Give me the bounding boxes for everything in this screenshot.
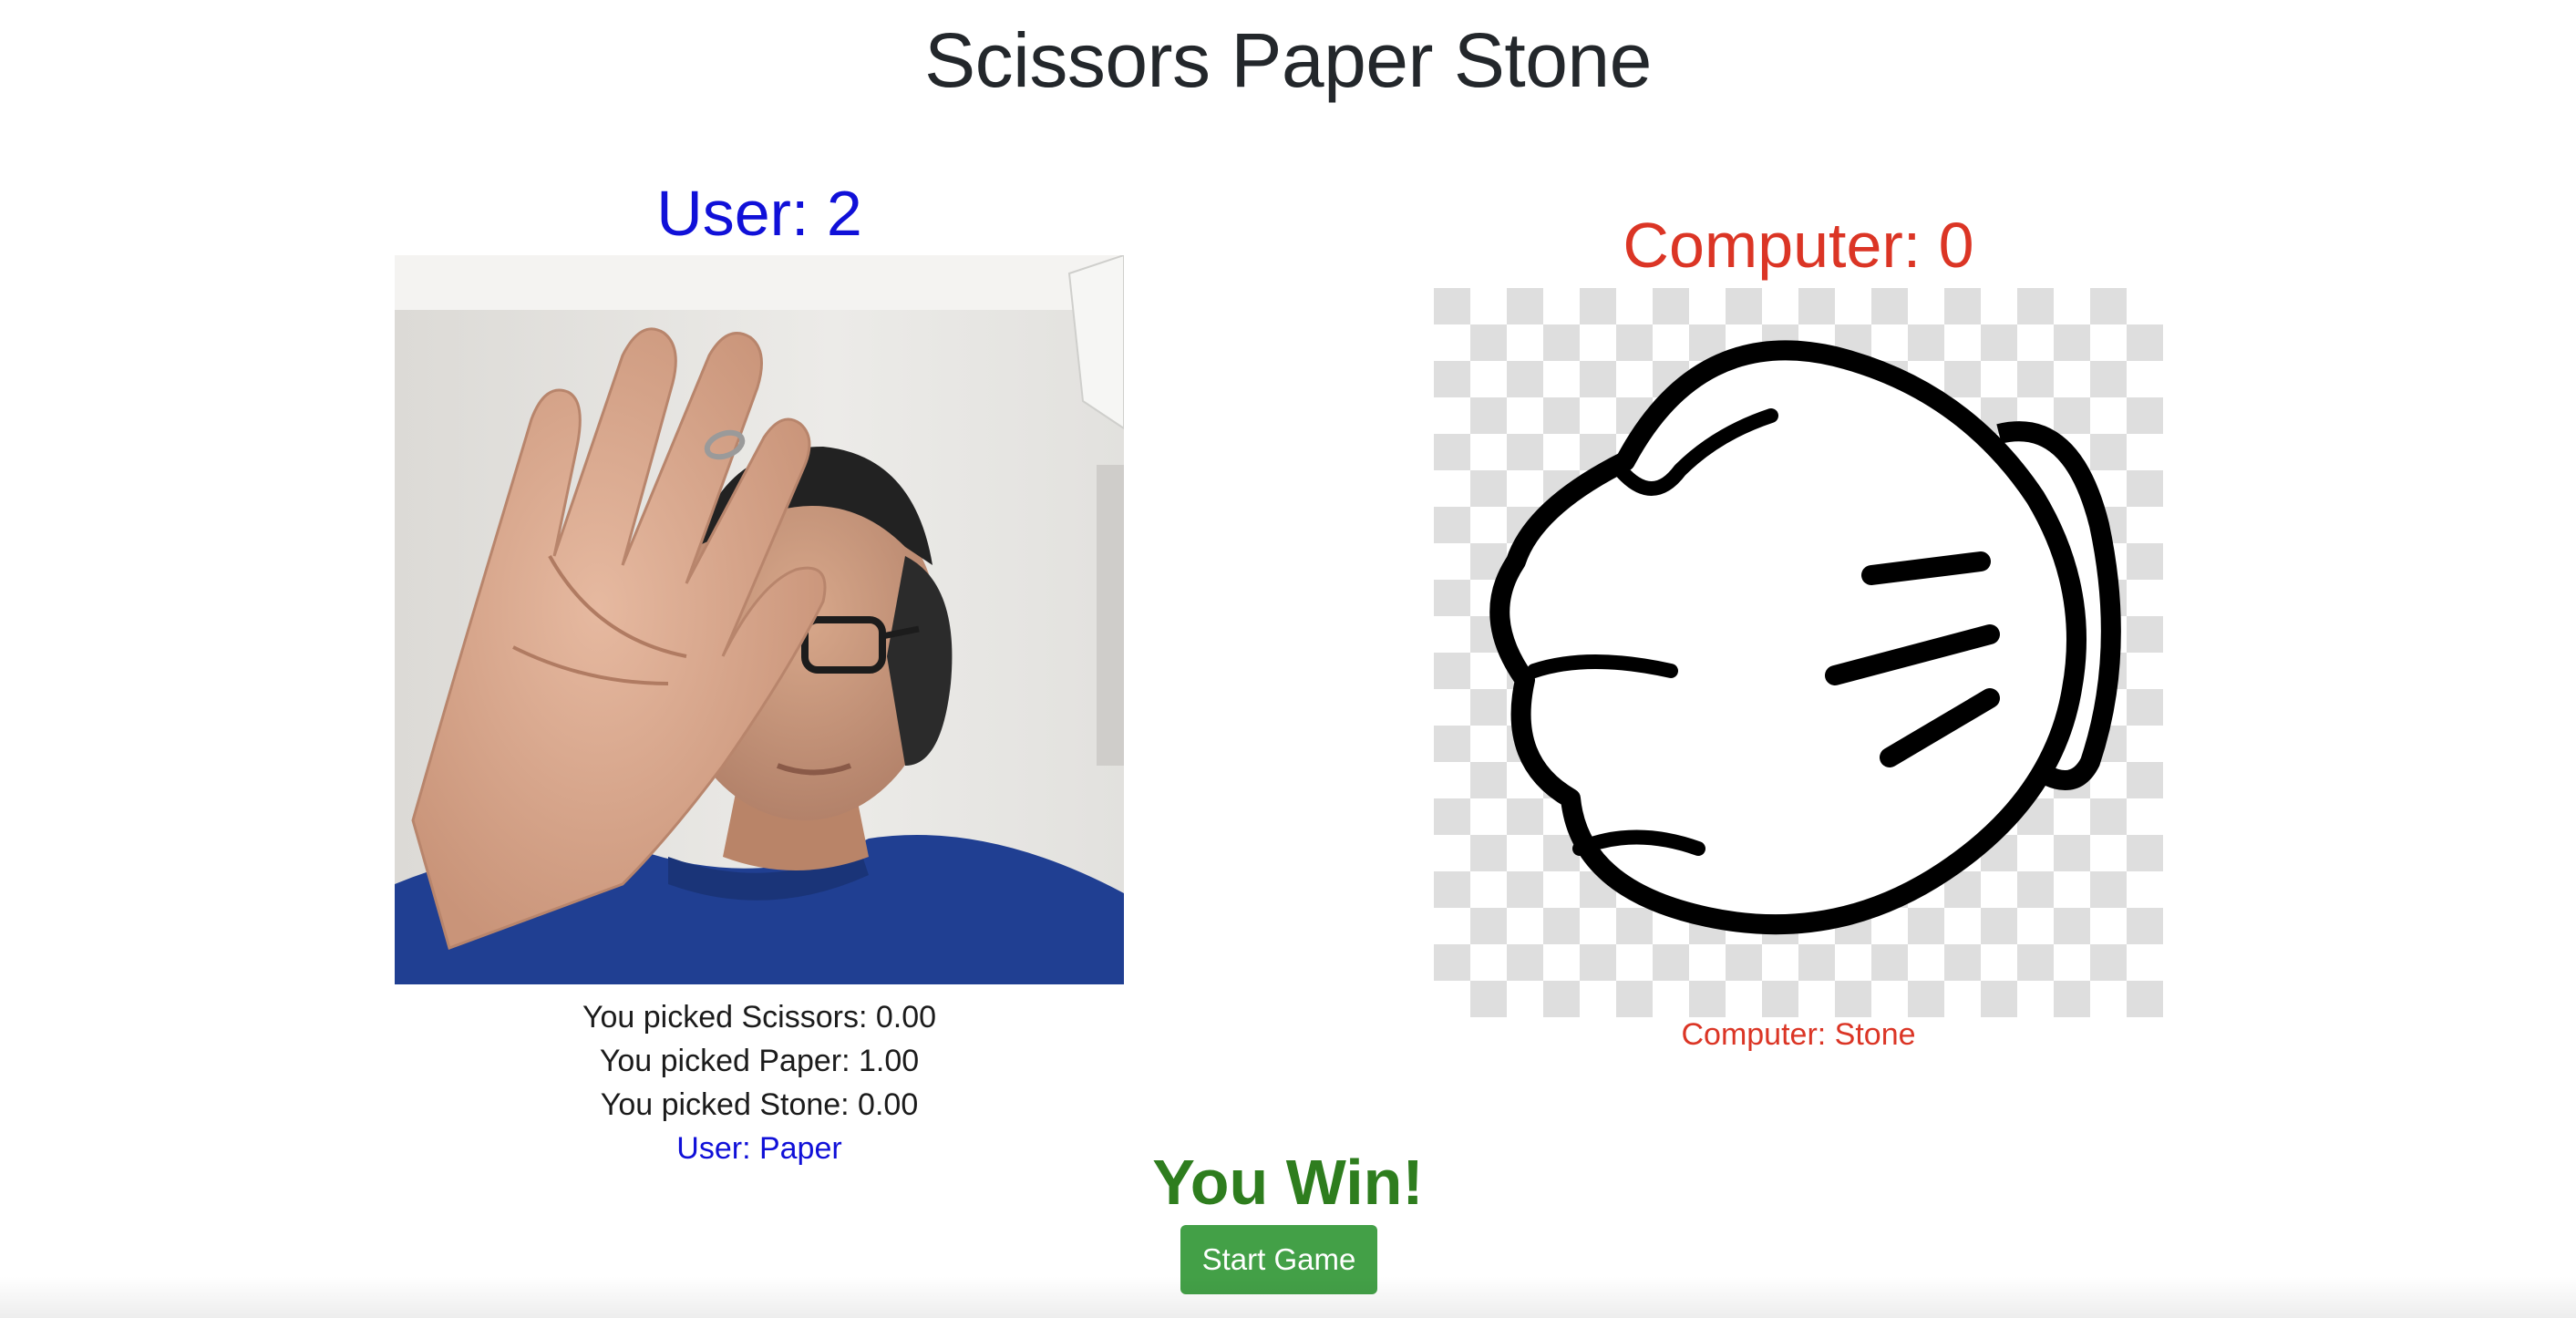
prediction-list: You picked Scissors: 0.00 You picked Pap… [395,995,1124,1170]
user-panel: User: 2 [395,173,1124,253]
cartoon-fist-icon [1434,288,2163,1017]
page-title: Scissors Paper Stone [924,17,1652,103]
computer-pick: Computer: Stone [1681,1017,1916,1052]
webcam-hand-paper [395,255,1124,984]
prob-stone: You picked Stone: 0.00 [600,1087,919,1122]
computer-score: Computer: 0 [1623,210,1974,281]
user-score: User: 2 [656,178,862,249]
webcam-feed [395,255,1124,984]
bottom-shadow [0,1276,2576,1318]
computer-panel: Computer: 0 [1434,205,2163,285]
prob-scissors: You picked Scissors: 0.00 [582,1000,937,1035]
computer-hand-image [1434,288,2163,1017]
result-message: You Win! [1152,1147,1424,1218]
prob-paper: You picked Paper: 1.00 [599,1044,920,1078]
